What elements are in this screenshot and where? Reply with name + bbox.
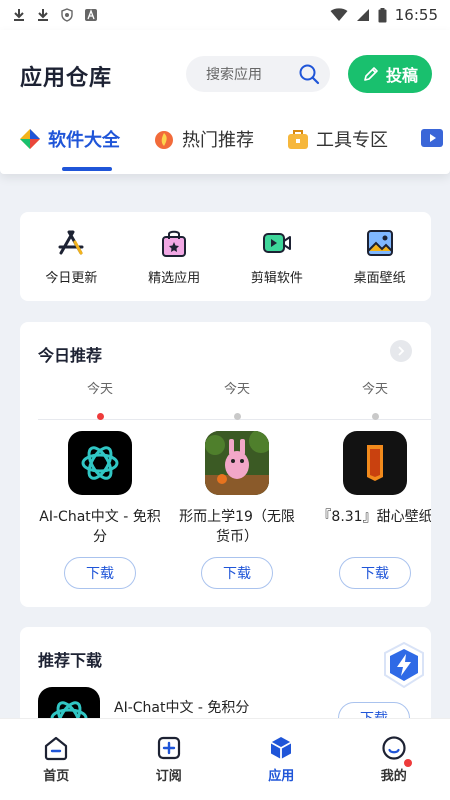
subscribe-icon (157, 736, 180, 760)
shortcut-wallpaper[interactable]: 桌面壁纸 (328, 212, 431, 301)
app-name: AI-Chat中文 - 免积分 (114, 700, 250, 716)
toolbox-icon (288, 130, 308, 149)
today-recommend-card: 今日推荐 今天 AI-Chat中文 - 免积分 下载 今天 形而上学19（无限货… (20, 322, 431, 607)
chevron-right-icon (398, 346, 405, 356)
app-notification-icon (85, 9, 97, 21)
diamond-icon (20, 129, 40, 149)
shortcut-label: 桌面壁纸 (353, 271, 406, 286)
app-card[interactable]: 今天 形而上学19（无限货币） 下载 (167, 378, 307, 589)
home-icon (45, 736, 68, 761)
battery-icon (378, 7, 387, 22)
nav-subscribe[interactable]: 订阅 (113, 719, 226, 800)
shield-icon (61, 8, 73, 22)
tab-label: 工具专区 (316, 130, 388, 151)
app-name: 形而上学19（无限货币） (179, 509, 295, 545)
nav-label: 订阅 (155, 769, 182, 784)
download-icon (38, 9, 48, 21)
timeline-dot (96, 413, 104, 420)
page-title: 应用仓库 (20, 66, 113, 91)
active-tab-indicator (62, 167, 112, 171)
bottom-nav: 首页 订阅 应用 我的 (0, 718, 450, 800)
shopping-bag-icon (162, 230, 187, 257)
nav-label: 我的 (380, 769, 407, 784)
notification-badge (403, 759, 412, 767)
app-name: AI-Chat中文 - 免积分 (39, 509, 161, 545)
fire-icon (155, 131, 173, 149)
app-header: 应用仓库 搜索应用 投稿 软件大全 热门推荐 工具专区 (0, 30, 450, 174)
search-input[interactable]: 搜索应用 (186, 56, 330, 92)
pencil-icon (364, 67, 378, 81)
contribute-button[interactable]: 投稿 (348, 55, 432, 93)
app-date: 今天 (361, 382, 388, 397)
status-bar: 16:55 (0, 0, 450, 30)
status-time: 16:55 (394, 6, 438, 24)
nav-profile[interactable]: 我的 (338, 719, 450, 800)
section-title: 今日推荐 (38, 346, 103, 365)
wifi-icon (330, 8, 348, 21)
app-icon[interactable] (68, 431, 132, 495)
app-card[interactable]: 今天 『8.31』甜心壁纸 下载 (305, 378, 431, 589)
tab-hot[interactable]: 热门推荐 (152, 126, 254, 152)
download-button[interactable]: 下载 (201, 557, 273, 589)
app-name: 『8.31』甜心壁纸 (317, 509, 431, 525)
shortcut-featured[interactable]: 精选应用 (123, 212, 226, 301)
shortcut-video-editing[interactable]: 剪辑软件 (226, 212, 329, 301)
download-button[interactable]: 下载 (64, 557, 136, 589)
app-icon[interactable] (343, 431, 407, 495)
nav-label: 应用 (268, 769, 295, 784)
app-icon[interactable] (205, 431, 269, 495)
shortcut-label: 精选应用 (148, 271, 201, 286)
lightning-shield-icon[interactable] (381, 641, 427, 689)
shortcut-label: 剪辑软件 (250, 271, 303, 286)
nav-home[interactable]: 首页 (0, 719, 113, 800)
contribute-label: 投稿 (385, 66, 418, 85)
category-tabs: 软件大全 热门推荐 工具专区 (0, 122, 450, 174)
letter-i-logo-icon (367, 445, 383, 481)
nav-apps[interactable]: 应用 (225, 719, 338, 800)
tab-video[interactable] (420, 126, 450, 150)
search-placeholder: 搜索应用 (206, 67, 262, 83)
cube-icon (270, 737, 292, 759)
section-title: 推荐下载 (38, 651, 103, 670)
shortcut-label: 今日更新 (45, 271, 98, 286)
image-icon (366, 230, 393, 256)
download-icon (14, 9, 24, 21)
nav-label: 首页 (43, 769, 70, 784)
more-button[interactable] (390, 340, 412, 362)
game-rabbit-icon (205, 431, 269, 495)
openai-logo-icon (81, 446, 119, 480)
profile-icon (382, 736, 406, 760)
timeline-dot (371, 413, 379, 420)
app-card[interactable]: 今天 AI-Chat中文 - 免积分 下载 (30, 378, 170, 589)
video-icon (421, 129, 443, 147)
shortcut-grid: 今日更新 精选应用 剪辑软件 桌面壁纸 (20, 212, 431, 301)
shortcut-today-updates[interactable]: 今日更新 (20, 212, 123, 301)
search-icon[interactable] (298, 63, 320, 85)
app-store-icon (58, 230, 84, 255)
tab-label: 软件大全 (48, 130, 120, 151)
download-button[interactable]: 下载 (339, 557, 411, 589)
tab-label: 热门推荐 (182, 130, 254, 151)
app-date: 今天 (223, 382, 250, 397)
video-camera-icon (262, 233, 291, 253)
timeline-dot (233, 413, 241, 420)
app-date: 今天 (86, 382, 113, 397)
tab-software[interactable]: 软件大全 (18, 126, 120, 152)
tab-tools[interactable]: 工具专区 (286, 126, 388, 152)
signal-icon (356, 9, 369, 21)
